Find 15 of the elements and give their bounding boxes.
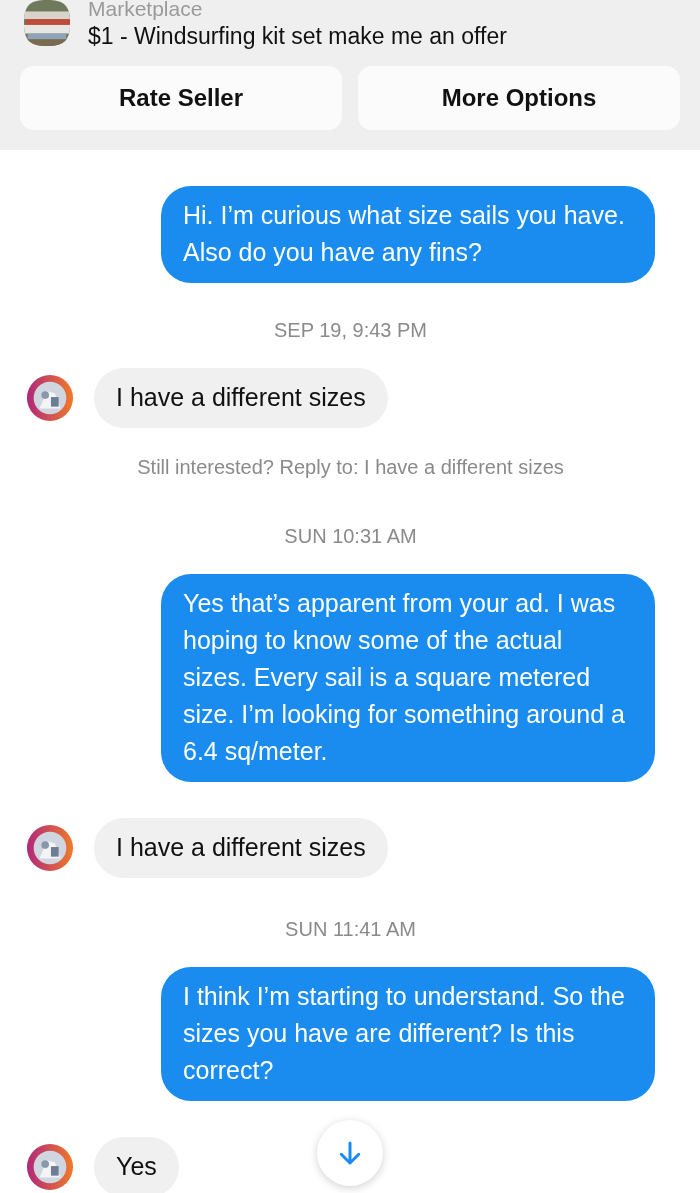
timestamp: SUN 11:41 AM (284, 918, 417, 941)
received-message: I have a different sizes (94, 818, 388, 878)
header-button[interactable]: More Options (358, 66, 680, 130)
timestamp: SEP 19, 9:43 PM (272, 319, 429, 342)
sent-message: Hi. I’m curious what size sails you have. Also do you have any fins? (161, 186, 655, 283)
reply-prompt: Still interested? Reply to: I have a different sizes (136, 456, 565, 479)
received-message: Yes (94, 1137, 179, 1193)
received-message: I have a different sizes (94, 368, 388, 428)
listing-title: $1 - Windsurfing kit set make me an offer (88, 22, 507, 50)
header-button[interactable]: Rate Seller (20, 66, 342, 130)
category-label: Marketplace (88, 0, 204, 21)
timestamp: SUN 10:31 AM (283, 525, 418, 548)
sent-message: I think I’m starting to understand. So the sizes you have are different? Is this correct? (161, 967, 655, 1101)
scroll-down-button[interactable] (317, 1120, 383, 1186)
sent-message: Yes that’s apparent from your ad. I was hoping to know some of the actual sizes. Every sail is a square metered size. I’m looking for something around a 6.4 sq/meter. (161, 574, 655, 782)
